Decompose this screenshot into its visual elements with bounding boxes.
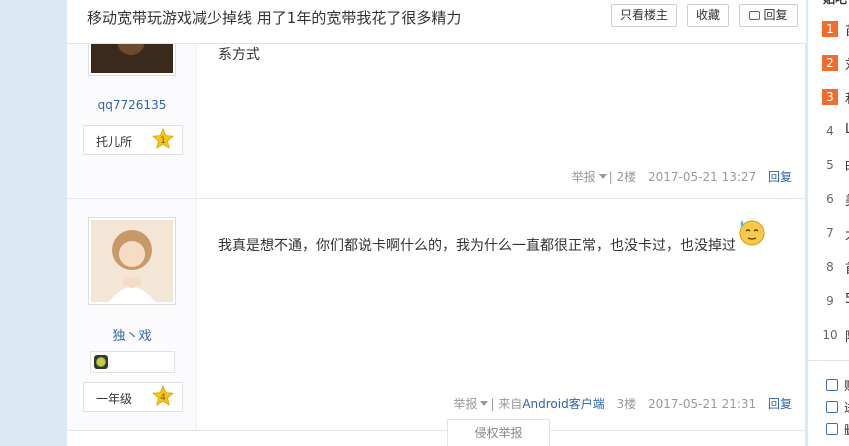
rank-item-link[interactable]: 5 [845, 292, 849, 307]
edit-icon[interactable] [826, 379, 838, 391]
rank-number: 6 [826, 192, 834, 206]
post-content: 我真是想不通，你们都说卡啊什么的，我为什么一直都很正常，也没卡过，也没掉过 [218, 238, 736, 254]
caret-down-icon[interactable] [598, 174, 607, 179]
post-meta: 举报 | 来自Android客户端 3楼 2017-05-21 21:31 回复 [453, 397, 792, 411]
sweat-smile-emoji-icon [739, 220, 765, 246]
level-star-icon: 1 [152, 128, 174, 149]
infringement-report-tab[interactable]: 侵权举报 [447, 419, 550, 446]
rank-item-link[interactable]: 利 [845, 88, 849, 107]
rank-item-link[interactable]: 阿 [845, 326, 849, 345]
level-name: 一年级 [96, 392, 133, 406]
report-link[interactable]: 举报 [572, 170, 596, 184]
sidebar-title: 贴吧 [823, 0, 847, 7]
member-badge-icon[interactable] [94, 355, 108, 369]
rank-item-link[interactable]: 时 [845, 156, 849, 175]
reply-link[interactable]: 回复 [768, 170, 792, 184]
thread-main: qq7726135 托儿所 1 系方式 举报 | 2楼 2017-05-21 13… [67, 0, 806, 446]
delete-icon[interactable] [826, 423, 838, 435]
reply-button-label: 回复 [763, 8, 788, 22]
rank-number: 7 [826, 226, 834, 240]
rank-number: 1 [822, 21, 838, 37]
level-badge[interactable]: 托儿所 1 [83, 125, 183, 155]
collect-button[interactable]: 收藏 [687, 4, 729, 27]
floor-number: 2楼 [616, 170, 637, 184]
sidebar-divider [808, 360, 849, 361]
caret-down-icon[interactable] [480, 401, 489, 406]
rank-number: 9 [826, 294, 834, 308]
rank-item-link[interactable]: 美 [845, 190, 849, 209]
avatar-image [91, 220, 173, 302]
avatar[interactable] [88, 217, 176, 305]
level-number: 1 [160, 136, 166, 146]
left-background [0, 0, 67, 446]
post-meta: 举报 | 2楼 2017-05-21 13:27 回复 [571, 170, 792, 184]
rank-item-link[interactable]: 苗 [845, 20, 849, 39]
right-sidebar: 贴吧 1苗2刘3利4L5时6美7大8首9510阿 贴进删 [808, 0, 849, 446]
rank-number: 5 [826, 158, 834, 172]
level-number: 4 [160, 393, 166, 403]
thread-header: 移动宽带玩游戏减少掉线 用了1年的宽带我花了很多精力 只看楼主 收藏 回复 [67, 0, 806, 44]
author-name[interactable]: 独丶戏 [67, 325, 197, 344]
rank-item-link[interactable]: 大 [845, 224, 849, 243]
rank-number: 4 [826, 124, 834, 138]
level-name: 托儿所 [96, 135, 133, 149]
sidebar-tool-link[interactable]: 贴 [844, 377, 849, 394]
rank-number: 3 [822, 89, 838, 105]
report-link[interactable]: 举报 [453, 397, 477, 411]
sidebar-tool-link[interactable]: 删 [844, 421, 849, 438]
post-content: 系方式 [218, 47, 260, 63]
source-prefix: 来自 [498, 397, 523, 411]
level-star-icon: 4 [152, 385, 174, 406]
member-icon-box [90, 351, 175, 373]
floor-number: 3楼 [616, 397, 637, 411]
post-time: 2017-05-21 21:31 [648, 397, 757, 411]
rank-item-link[interactable]: 刘 [845, 54, 849, 73]
level-badge[interactable]: 一年级 4 [83, 382, 183, 412]
rank-item-link[interactable]: 首 [845, 258, 849, 277]
rank-item-link[interactable]: L [845, 122, 849, 137]
sidebar-tool-link[interactable]: 进 [844, 399, 849, 416]
author-panel: 独丶戏 一年级 4 [67, 199, 197, 430]
rank-number: 8 [826, 260, 834, 274]
reply-icon [749, 11, 761, 20]
enter-icon[interactable] [826, 401, 838, 413]
reply-button[interactable]: 回复 [739, 4, 798, 27]
only-louzhu-button[interactable]: 只看楼主 [611, 4, 677, 27]
client-source-link[interactable]: Android客户端 [522, 397, 604, 411]
post-floor-3: 独丶戏 一年级 4 我真是想不通，你们都说卡啊什么的，我为什么一直都很正常，也没… [67, 199, 806, 431]
rank-number: 10 [822, 328, 838, 342]
rank-number: 2 [822, 55, 838, 71]
thread-title: 移动宽带玩游戏减少掉线 用了1年的宽带我花了很多精力 [87, 9, 462, 27]
author-name[interactable]: qq7726135 [67, 98, 197, 112]
reply-link[interactable]: 回复 [768, 397, 792, 411]
post-time: 2017-05-21 13:27 [648, 170, 757, 184]
